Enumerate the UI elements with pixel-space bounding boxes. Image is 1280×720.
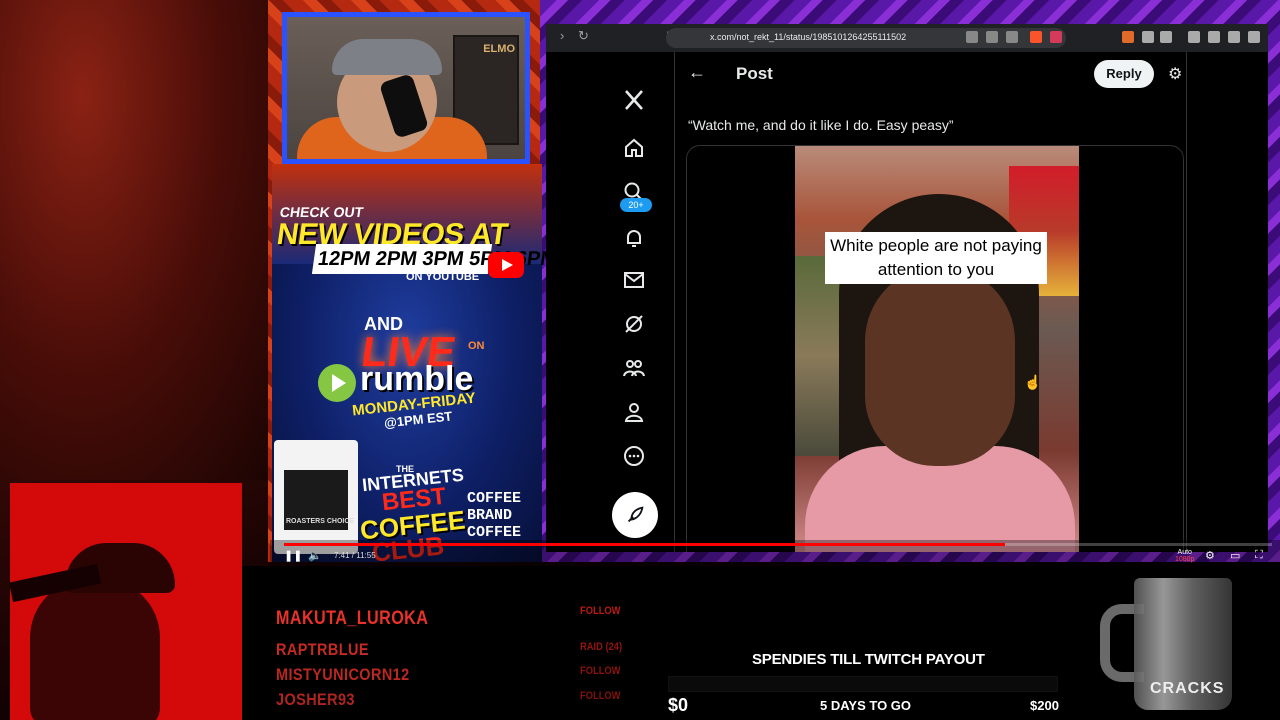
event-user: JOSHER93 <box>276 690 355 709</box>
bell-icon[interactable] <box>620 224 648 252</box>
background-glow <box>0 0 275 480</box>
communities-icon[interactable] <box>620 354 648 382</box>
event-type: FOLLOW <box>580 690 621 702</box>
streamer-webcam: ELMO <box>282 12 530 164</box>
music-icon[interactable] <box>1188 31 1200 43</box>
back-arrow-icon[interactable]: ← <box>688 62 706 83</box>
promo-brand: COFFEE BRAND COFFEE <box>467 490 521 541</box>
tweet-video[interactable]: White people are not paying attention to… <box>795 146 1079 552</box>
playback-time: 7:41 / 11:55 <box>334 551 376 560</box>
promo-panel: CHECK OUT NEW VIDEOS AT 12PM 2PM 3PM 5PM… <box>272 164 559 568</box>
quality-label: 1080p <box>1175 556 1195 563</box>
cast-icon[interactable]: ▭ <box>1230 549 1240 562</box>
compose-button[interactable] <box>612 492 658 538</box>
column-divider <box>1186 52 1187 552</box>
leo-icon[interactable] <box>1248 31 1260 43</box>
url-text: x.com/not_rekt_11/status/198510126425511… <box>710 32 907 42</box>
mail-icon[interactable] <box>620 266 648 294</box>
event-user: RAPTRBLUE <box>276 640 369 659</box>
tweet-text: “Watch me, and do it like I do. Easy pea… <box>688 117 954 133</box>
brand-line: BRAND <box>467 507 513 524</box>
event-type: FOLLOW <box>580 605 621 617</box>
extension-icon[interactable] <box>1122 31 1134 43</box>
settings-sliders-icon[interactable]: ⚙ <box>1168 64 1182 84</box>
reload-icon[interactable]: ↻ <box>578 28 589 44</box>
video-caption: White people are not paying attention to… <box>825 232 1047 284</box>
post-header: ← Post Reply ⚙ <box>684 60 1184 90</box>
promo-times: 12PM 2PM 3PM 5PM 6PM <box>311 244 559 274</box>
home-icon[interactable] <box>620 134 648 162</box>
profile-icon[interactable] <box>620 398 648 426</box>
mouse-cursor-icon: ☝ <box>1024 374 1042 390</box>
brand-line: COFFEE <box>467 524 522 541</box>
goal-min: $0 <box>668 695 689 715</box>
x-logo-icon[interactable] <box>620 86 648 114</box>
promo-on: ON <box>468 340 485 352</box>
coffee-bag-label: ROASTERS CHOICE <box>286 518 355 525</box>
rumble-logo-icon <box>318 364 356 402</box>
auto-label: Auto <box>1177 549 1192 556</box>
zoom-icon[interactable] <box>986 31 998 43</box>
compose-icon <box>627 506 644 523</box>
event-user: MAKUTA_LUROKA <box>276 608 429 629</box>
mug-logo: CRACKS <box>1150 680 1225 697</box>
share-icon[interactable] <box>1006 31 1018 43</box>
pause-icon[interactable]: ❚❚ <box>284 549 302 562</box>
playback-progress[interactable] <box>284 543 1272 546</box>
more-icon[interactable] <box>620 442 648 470</box>
fullscreen-icon[interactable]: ⛶ <box>1255 549 1263 562</box>
forward-icon[interactable]: › <box>560 28 564 43</box>
event-type: FOLLOW <box>580 665 621 677</box>
reply-button[interactable]: Reply <box>1094 60 1154 88</box>
stream-stage: ELMO CHECK OUT NEW VIDEOS AT 12PM 2PM 3P… <box>0 0 1280 720</box>
page-title: Post <box>736 64 773 83</box>
quality-badge[interactable]: Auto 1080p <box>1175 549 1194 563</box>
download-icon[interactable] <box>1160 31 1172 43</box>
promo-on-youtube: ON YOUTUBE <box>406 271 480 283</box>
browser-toolbar: › ↻ ▯ <box>546 24 1268 52</box>
cam-sign: ELMO <box>483 43 515 55</box>
goal-title: SPENDIES TILL TWITCH PAYOUT <box>752 651 985 668</box>
settings-gear-icon[interactable]: ⚙ <box>1205 549 1215 562</box>
coffee-bag: ROASTERS CHOICE <box>274 440 358 554</box>
brave-rewards-icon[interactable] <box>1050 31 1062 43</box>
cam-hat <box>332 39 442 75</box>
notifications-badge: 20+ <box>620 198 652 212</box>
brave-shield-icon[interactable] <box>1030 31 1042 43</box>
volume-icon[interactable]: 🔈 <box>308 549 322 562</box>
secondary-webcam <box>10 483 242 720</box>
goal-remaining: 5 DAYS TO GO <box>820 698 912 713</box>
sidebar-icon[interactable] <box>1208 31 1220 43</box>
video-person-face <box>865 266 1015 466</box>
goal-max: $200 <box>1030 698 1059 713</box>
cast-icon[interactable] <box>966 31 978 43</box>
browser-window: › ↻ ▯ x.com/not_rekt_11/status/198510126… <box>546 24 1268 552</box>
event-type: RAID (24) <box>580 641 623 653</box>
grok-icon[interactable] <box>620 310 648 338</box>
x-sidebar: 20+ <box>604 52 664 552</box>
puzzle-icon[interactable] <box>1142 31 1154 43</box>
youtube-logo-icon <box>488 252 524 278</box>
brand-line: COFFEE <box>467 490 522 507</box>
cam2-person <box>30 578 160 720</box>
event-user: MISTYUNICORN12 <box>276 665 410 684</box>
wallet-icon[interactable] <box>1228 31 1240 43</box>
column-divider <box>674 52 675 552</box>
goal-progress-bar <box>668 676 1058 692</box>
